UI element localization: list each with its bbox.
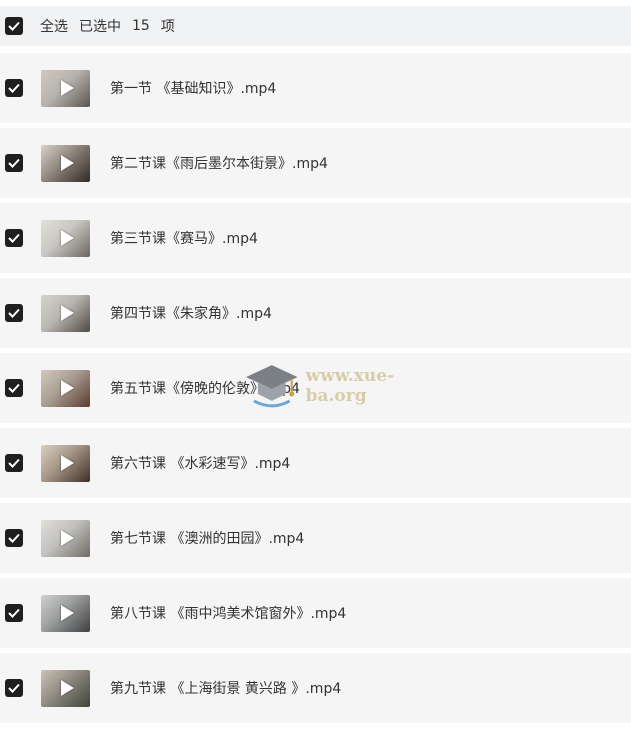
file-title[interactable]: 第六节课 《水彩速写》.mp4 xyxy=(110,453,290,473)
select-all-label[interactable]: 全选 xyxy=(40,16,68,36)
file-row[interactable]: 第五节课《傍晚的伦敦》.mp4 xyxy=(0,353,631,423)
play-icon xyxy=(60,305,74,321)
checkmark-icon xyxy=(8,683,20,693)
selected-count: 15 xyxy=(132,18,150,34)
file-row[interactable]: 第一节 《基础知识》.mp4 xyxy=(0,53,631,123)
file-title[interactable]: 第一节 《基础知识》.mp4 xyxy=(110,78,276,98)
checkmark-icon xyxy=(8,233,20,243)
file-checkbox[interactable] xyxy=(5,454,23,472)
file-checkbox[interactable] xyxy=(5,154,23,172)
selection-summary: 全选 已选中 15 项 xyxy=(40,16,186,36)
file-checkbox[interactable] xyxy=(5,379,23,397)
checkmark-icon xyxy=(8,458,20,468)
checkmark-icon xyxy=(8,383,20,393)
play-icon xyxy=(60,155,74,171)
file-row[interactable]: 第三节课《赛马》.mp4 xyxy=(0,203,631,273)
file-title[interactable]: 第三节课《赛马》.mp4 xyxy=(110,228,258,248)
file-row[interactable]: 第四节课《朱家角》.mp4 xyxy=(0,278,631,348)
play-icon xyxy=(60,80,74,96)
selected-label: 已选中 xyxy=(79,19,121,35)
unit-label: 项 xyxy=(160,19,175,35)
file-checkbox[interactable] xyxy=(5,229,23,247)
checkmark-icon xyxy=(8,608,20,618)
file-title[interactable]: 第四节课《朱家角》.mp4 xyxy=(110,303,272,323)
file-list-page: 全选 已选中 15 项 第一节 《基础知识》.mp4 第二节课《雨后墨尔本街景》.… xyxy=(0,0,631,729)
video-thumbnail[interactable] xyxy=(41,594,90,632)
select-all-bar: 全选 已选中 15 项 xyxy=(0,6,631,46)
play-icon xyxy=(60,455,74,471)
video-thumbnail[interactable] xyxy=(41,69,90,107)
file-row[interactable]: 第八节课 《雨中鸿美术馆窗外》.mp4 xyxy=(0,578,631,648)
video-thumbnail[interactable] xyxy=(41,369,90,407)
file-checkbox[interactable] xyxy=(5,79,23,97)
video-thumbnail[interactable] xyxy=(41,294,90,332)
play-icon xyxy=(60,680,74,696)
play-icon xyxy=(60,530,74,546)
file-row[interactable]: 第六节课 《水彩速写》.mp4 xyxy=(0,428,631,498)
file-checkbox[interactable] xyxy=(5,679,23,697)
checkmark-icon xyxy=(8,308,20,318)
file-checkbox[interactable] xyxy=(5,604,23,622)
file-row[interactable]: 第七节课 《澳洲的田园》.mp4 xyxy=(0,503,631,573)
checkmark-icon xyxy=(8,21,20,31)
file-title[interactable]: 第八节课 《雨中鸿美术馆窗外》.mp4 xyxy=(110,603,346,623)
file-row[interactable]: 第二节课《雨后墨尔本街景》.mp4 xyxy=(0,128,631,198)
file-checkbox[interactable] xyxy=(5,529,23,547)
play-icon xyxy=(60,605,74,621)
file-row[interactable]: 第九节课 《上海街景 黄兴路 》.mp4 xyxy=(0,653,631,723)
checkmark-icon xyxy=(8,158,20,168)
play-icon xyxy=(60,230,74,246)
video-thumbnail[interactable] xyxy=(41,519,90,557)
select-all-checkbox[interactable] xyxy=(5,17,23,35)
video-thumbnail[interactable] xyxy=(41,219,90,257)
play-icon xyxy=(60,380,74,396)
file-checkbox[interactable] xyxy=(5,304,23,322)
checkmark-icon xyxy=(8,533,20,543)
file-title[interactable]: 第九节课 《上海街景 黄兴路 》.mp4 xyxy=(110,678,341,698)
file-title[interactable]: 第五节课《傍晚的伦敦》.mp4 xyxy=(110,378,300,398)
file-title[interactable]: 第二节课《雨后墨尔本街景》.mp4 xyxy=(110,153,328,173)
video-thumbnail[interactable] xyxy=(41,144,90,182)
file-title[interactable]: 第七节课 《澳洲的田园》.mp4 xyxy=(110,528,304,548)
checkmark-icon xyxy=(8,83,20,93)
video-thumbnail[interactable] xyxy=(41,444,90,482)
video-thumbnail[interactable] xyxy=(41,669,90,707)
